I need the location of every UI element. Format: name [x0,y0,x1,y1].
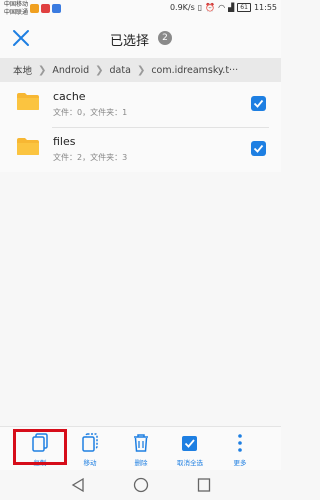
home-icon[interactable] [133,477,149,493]
notification-icons [30,4,61,13]
carrier-2: 中国联通 [4,8,29,16]
battery-indicator: 61 [237,3,251,12]
delete-label: 删除 [134,459,148,467]
app-notification-icon [30,4,39,13]
list-item-cache[interactable]: cache 文件：0，文件夹：1 [0,82,281,127]
move-button[interactable]: 移动 [64,427,116,471]
breadcrumb-item-package[interactable]: com.idreamsky.t··· [148,65,241,76]
deselect-all-button[interactable]: 取消全选 [164,427,216,471]
selected-count-badge: 2 [158,31,172,45]
checkmark-icon [253,99,264,108]
file-list: cache 文件：0，文件夹：1 files 文件：2，文件夹：3 [0,82,281,172]
breadcrumb-item-android[interactable]: Android [49,65,92,76]
chevron-right-icon: ❯ [38,64,47,76]
folder-icon [17,93,39,110]
wifi-icon: ◠ [218,3,226,12]
breadcrumb-item-local[interactable]: 本地 [10,63,35,77]
network-speed: 0.9K/s [169,3,195,12]
highlight-box [13,429,67,465]
carrier-info: 中国移动 中国联通 [4,1,28,16]
breadcrumb-item-data[interactable]: data [107,65,134,76]
file-meta: 文件：0，文件夹：1 [53,108,128,117]
move-icon [82,433,98,452]
deselect-all-label: 取消全选 [177,459,203,467]
status-indicators: 0.9K/s ▯ ⏰ ◠ ▟ 61 11:55 [170,3,277,12]
breadcrumb: 本地 ❯ Android ❯ data ❯ com.idreamsky.t··· [0,58,281,82]
alarm-icon: ⏰ [205,3,216,12]
vibrate-icon: ▯ [197,3,203,12]
recents-icon[interactable] [197,477,211,493]
app-notification-icon [41,4,50,13]
selection-header: 已选择 2 [0,18,281,58]
back-icon[interactable] [71,477,85,493]
file-name: cache [53,90,86,103]
more-label: 更多 [233,459,247,467]
chevron-right-icon: ❯ [95,64,104,76]
more-button[interactable]: 更多 [214,427,266,471]
trash-icon [134,434,148,452]
list-item-files[interactable]: files 文件：2，文件夹：3 [0,127,281,172]
page-title: 已选择 [110,34,150,49]
close-button[interactable] [10,27,32,49]
signal-icon: ▟ [228,3,235,12]
deselect-all-icon [182,436,197,451]
app-notification-icon [52,4,61,13]
file-name: files [53,135,76,148]
carrier-1: 中国移动 [4,1,29,8]
delete-button[interactable]: 删除 [115,427,167,471]
status-bar: 中国移动 中国联通 0.9K/s ▯ ⏰ ◠ ▟ 61 11:55 [0,0,281,18]
folder-icon [17,138,39,155]
close-icon [13,30,29,46]
checkmark-icon [253,144,264,153]
system-nav-bar [0,470,281,500]
chevron-right-icon: ❯ [136,64,146,76]
clock: 11:55 [253,3,277,12]
more-icon [238,434,242,452]
move-label: 移动 [83,459,97,467]
file-meta: 文件：2，文件夹：3 [53,153,128,162]
select-checkbox[interactable] [251,96,266,111]
select-checkbox[interactable] [251,141,266,156]
